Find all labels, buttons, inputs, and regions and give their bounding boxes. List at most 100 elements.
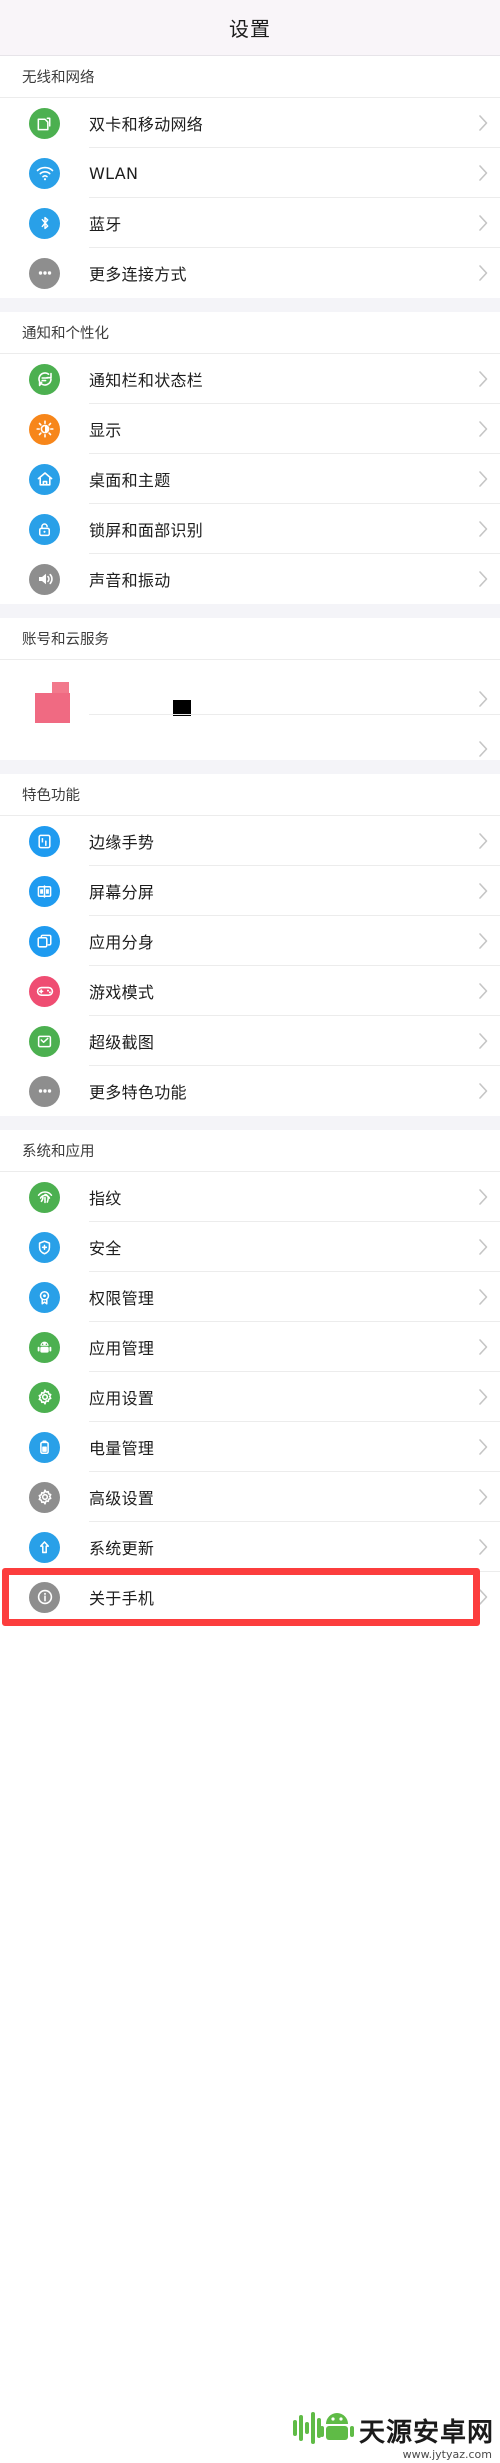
screenshot-icon: [29, 1025, 60, 1057]
section-gap: [0, 604, 500, 618]
list-item[interactable]: 桌面和主题: [0, 454, 500, 504]
list-item[interactable]: 关于手机: [0, 1572, 500, 1622]
list-item[interactable]: 双卡和移动网络: [0, 98, 500, 148]
chevron-right-icon[interactable]: [466, 570, 500, 588]
chevron-right-icon[interactable]: [466, 1338, 500, 1356]
chevron-right-icon[interactable]: [466, 1188, 500, 1206]
row-icon-container: [0, 975, 89, 1007]
chevron-right-icon[interactable]: [466, 420, 500, 438]
list-item[interactable]: 更多连接方式: [0, 248, 500, 298]
corrupted-account-rows[interactable]: [0, 660, 500, 760]
split-screen-icon: [29, 875, 60, 907]
list-item[interactable]: 锁屏和面部识别: [0, 504, 500, 554]
list-item[interactable]: 应用分身: [0, 916, 500, 966]
chevron-right-icon[interactable]: [466, 214, 500, 232]
chevron-right-icon[interactable]: [466, 982, 500, 1000]
row-divider: [89, 714, 500, 715]
gear-icon: [29, 1381, 60, 1413]
row-icon-container: [0, 513, 89, 545]
chevron-right-icon[interactable]: [466, 1538, 500, 1556]
chevron-right-icon[interactable]: [466, 1488, 500, 1506]
chevron-right-icon[interactable]: [466, 882, 500, 900]
list-item[interactable]: 高级设置: [0, 1472, 500, 1522]
list-item[interactable]: 更多特色功能: [0, 1066, 500, 1116]
row-icon-container: [0, 1431, 89, 1463]
row-icon-container: [0, 563, 89, 595]
list-item[interactable]: 边缘手势: [0, 816, 500, 866]
row-icon-container: [0, 1331, 89, 1363]
chevron-right-icon[interactable]: [466, 832, 500, 850]
bluetooth-icon: [29, 207, 60, 239]
list-item[interactable]: 电量管理: [0, 1422, 500, 1472]
list-item[interactable]: 显示: [0, 404, 500, 454]
section-gap: [0, 298, 500, 312]
list-item[interactable]: 通知栏和状态栏: [0, 354, 500, 404]
list-item-label: 边缘手势: [89, 833, 155, 852]
list-item[interactable]: 屏幕分屏: [0, 866, 500, 916]
row-icon-container: [0, 875, 89, 907]
chevron-right-icon[interactable]: [466, 1238, 500, 1256]
row-icon-container: [0, 207, 89, 239]
list-item-label: 锁屏和面部识别: [89, 521, 204, 540]
gamepad-icon: [29, 975, 60, 1007]
row-icon-container: [0, 1025, 89, 1057]
section-gap: [0, 760, 500, 774]
chevron-right-icon[interactable]: [466, 370, 500, 388]
chevron-right-icon[interactable]: [466, 1388, 500, 1406]
list-item-label: 应用分身: [89, 933, 155, 952]
chevron-right-icon[interactable]: [466, 470, 500, 488]
chevron-right-icon[interactable]: [466, 114, 500, 132]
list-item[interactable]: [0, 724, 500, 760]
more-dots-icon: [29, 1075, 60, 1107]
list-item-label: 蓝牙: [89, 215, 122, 234]
chevron-right-icon[interactable]: [466, 932, 500, 950]
list-item[interactable]: WLAN: [0, 148, 500, 198]
app-clone-icon: [29, 925, 60, 957]
list-item-label: 声音和振动: [89, 571, 171, 590]
chevron-right-icon[interactable]: [466, 740, 500, 758]
row-icon-container: [0, 363, 89, 395]
list-item-label: 指纹: [89, 1189, 122, 1208]
more-dots-icon: [29, 257, 60, 289]
row-icon-container: [0, 1481, 89, 1513]
list-item[interactable]: [0, 674, 500, 724]
chevron-right-icon[interactable]: [466, 164, 500, 182]
list-item[interactable]: 超级截图: [0, 1016, 500, 1066]
list-item-label: 通知栏和状态栏: [89, 371, 204, 390]
chevron-right-icon[interactable]: [466, 1288, 500, 1306]
chevron-right-icon[interactable]: [466, 264, 500, 282]
list-item[interactable]: 应用设置: [0, 1372, 500, 1422]
info-icon: [29, 1581, 60, 1613]
list-item-label: WLAN: [89, 163, 139, 183]
brightness-icon: [29, 413, 60, 445]
sim-card-icon: [29, 107, 60, 139]
chevron-right-icon[interactable]: [466, 1082, 500, 1100]
lock-icon: [29, 513, 60, 545]
chevron-right-icon[interactable]: [466, 690, 500, 708]
site-watermark: 天源安卓网 www.jytyaz.com: [292, 2411, 494, 2461]
fingerprint-icon: [29, 1181, 60, 1213]
row-icon-container: [0, 1381, 89, 1413]
chevron-right-icon[interactable]: [466, 1438, 500, 1456]
row-icon-container: [0, 1281, 89, 1313]
list-item-label: 关于手机: [89, 1589, 155, 1608]
list-item[interactable]: 指纹: [0, 1172, 500, 1222]
watermark-text: 天源安卓网: [358, 2417, 494, 2448]
chevron-right-icon[interactable]: [466, 520, 500, 538]
row-icon-container: [0, 413, 89, 445]
badge-icon: [29, 1281, 60, 1313]
list-item[interactable]: 声音和振动: [0, 554, 500, 604]
list-item-label: 超级截图: [89, 1033, 155, 1052]
list-item[interactable]: 蓝牙: [0, 198, 500, 248]
chevron-right-icon[interactable]: [466, 1588, 500, 1606]
settings-list: 无线和网络 双卡和移动网络 WLAN 蓝牙 更多连接方式 通知和个性化 通知栏和状态栏 显示桌…: [0, 56, 500, 1622]
list-item-label: 游戏模式: [89, 983, 155, 1002]
row-icon-container: [0, 257, 89, 289]
chevron-right-icon[interactable]: [466, 1032, 500, 1050]
app-title-bar: 设置: [0, 0, 500, 56]
list-item[interactable]: 系统更新: [0, 1522, 500, 1572]
list-item[interactable]: 游戏模式: [0, 966, 500, 1016]
list-item[interactable]: 安全: [0, 1222, 500, 1272]
list-item[interactable]: 应用管理: [0, 1322, 500, 1372]
list-item[interactable]: 权限管理: [0, 1272, 500, 1322]
